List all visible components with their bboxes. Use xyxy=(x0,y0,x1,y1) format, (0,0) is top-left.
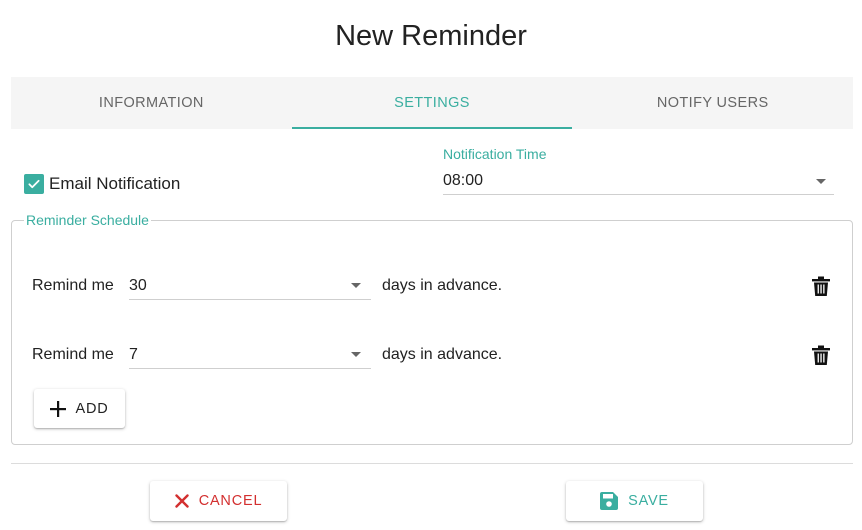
trash-icon[interactable] xyxy=(812,276,830,301)
cancel-button-label: CANCEL xyxy=(198,493,263,509)
notification-time-label: Notification Time xyxy=(443,146,547,162)
footer-divider xyxy=(11,463,853,464)
tab-bar: INFORMATION SETTINGS NOTIFY USERS xyxy=(11,77,853,129)
email-notification-checkbox[interactable] xyxy=(24,174,44,194)
days-in-advance-label: days in advance. xyxy=(382,346,503,363)
check-icon xyxy=(28,179,40,189)
close-icon xyxy=(174,494,189,508)
floppy-disk-icon xyxy=(600,492,619,510)
days-in-advance-label: days in advance. xyxy=(382,277,503,294)
add-button-label: ADD xyxy=(75,400,109,417)
notification-time-field: Notification Time 08:00 xyxy=(443,146,834,195)
trash-icon[interactable] xyxy=(812,345,830,370)
reminder-row: Remind me 7 days in advance. xyxy=(32,340,842,370)
plus-icon xyxy=(50,400,67,417)
caret-down-icon xyxy=(351,352,361,357)
days-value: 7 xyxy=(129,345,138,363)
notification-time-select[interactable]: 08:00 xyxy=(443,168,834,195)
notification-time-value: 08:00 xyxy=(443,172,484,189)
days-select[interactable]: 30 xyxy=(129,272,371,300)
tab-settings[interactable]: SETTINGS xyxy=(291,77,573,129)
caret-down-icon xyxy=(351,283,361,288)
reminder-row: Remind me 30 days in advance. xyxy=(32,271,842,301)
email-notification-toggle[interactable]: Email Notification xyxy=(24,174,180,194)
reminder-schedule-legend: Reminder Schedule xyxy=(24,212,151,228)
tab-notify-users[interactable]: NOTIFY USERS xyxy=(572,77,853,129)
remind-me-label: Remind me xyxy=(32,346,114,363)
days-value: 30 xyxy=(129,276,147,294)
add-reminder-button[interactable]: ADD xyxy=(34,389,125,428)
remind-me-label: Remind me xyxy=(32,277,114,294)
email-notification-label: Email Notification xyxy=(49,174,181,193)
tab-information[interactable]: INFORMATION xyxy=(11,77,292,129)
reminder-schedule-group: Reminder Schedule Remind me 30 days in a… xyxy=(11,212,853,445)
days-select[interactable]: 7 xyxy=(129,341,371,369)
dialog-title: New Reminder xyxy=(335,20,527,52)
cancel-button[interactable]: CANCEL xyxy=(150,481,287,521)
save-button-label: SAVE xyxy=(628,493,669,509)
caret-down-icon xyxy=(816,178,826,184)
save-button[interactable]: SAVE xyxy=(566,481,703,521)
